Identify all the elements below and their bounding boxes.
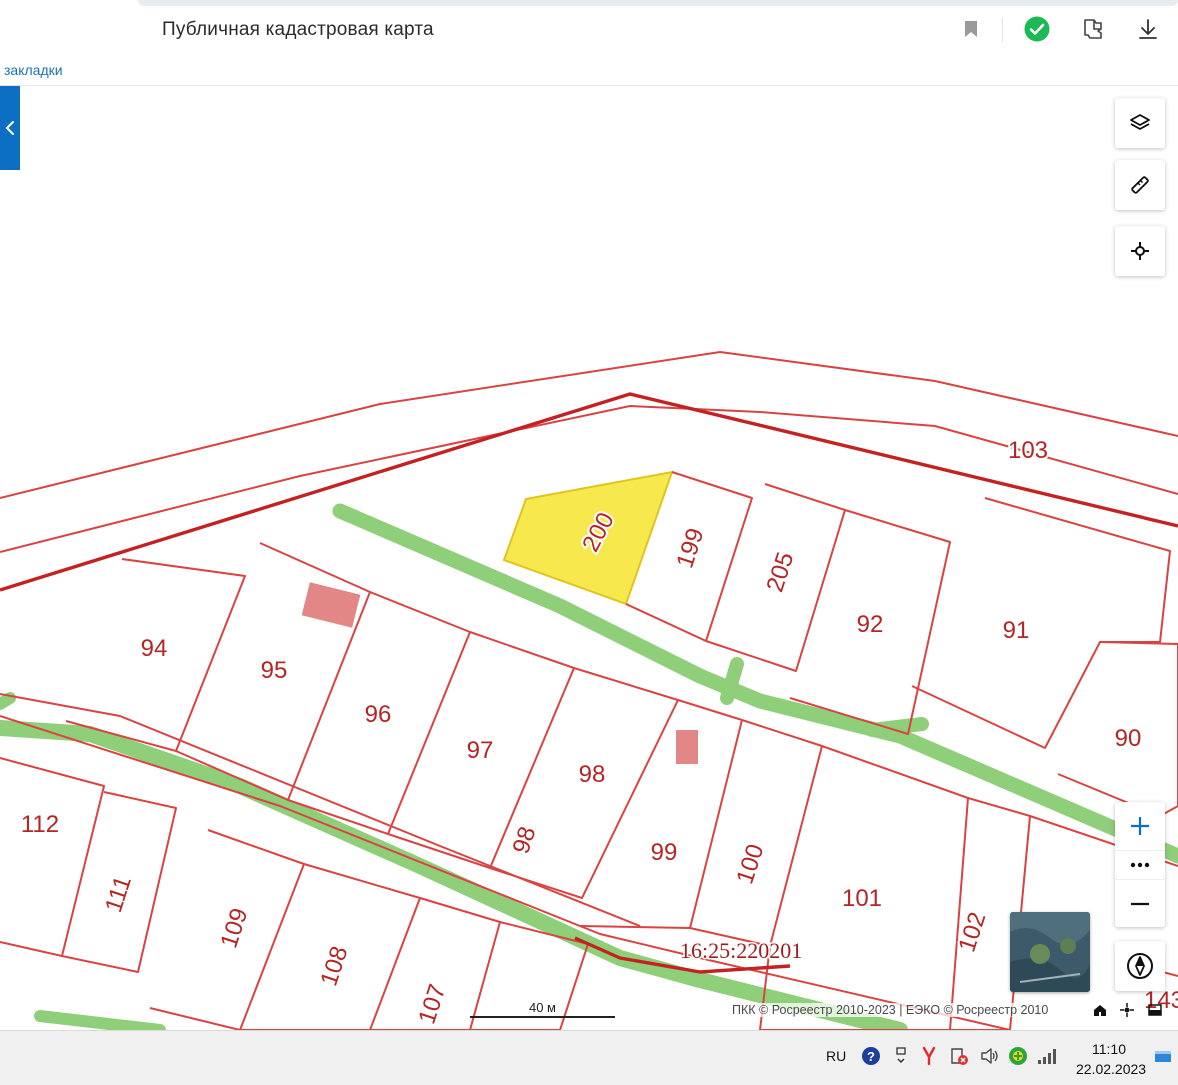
verified-check-icon[interactable] [1024, 16, 1050, 42]
ruler-icon [1131, 176, 1149, 194]
parcel-91 [911, 497, 1171, 749]
road-upper [332, 503, 1178, 864]
zoom-controls [1115, 802, 1165, 927]
label-108: 108 [315, 943, 353, 989]
show-desktop-icon[interactable] [1152, 1045, 1174, 1067]
signal-icon[interactable] [1037, 1045, 1059, 1067]
compass-button[interactable] [1115, 941, 1165, 991]
scale-label: 40 м [528, 1000, 556, 1015]
label-103: 103 [1008, 437, 1048, 464]
compass-icon [1127, 953, 1153, 979]
help-icon[interactable]: ? [860, 1045, 882, 1067]
bookmark-icon[interactable] [958, 16, 984, 42]
download-icon[interactable] [1135, 16, 1161, 42]
zoom-in-button[interactable] [1115, 802, 1165, 850]
locate-mini-icon[interactable] [1118, 1001, 1136, 1019]
road-lower-b [0, 692, 16, 710]
label-90: 90 [1115, 725, 1142, 752]
browser-header: Публичная кадастровая карта [0, 0, 1178, 58]
svg-text:?: ? [867, 1049, 875, 1064]
page-title: Публичная кадастровая карта [162, 19, 434, 40]
clock-date[interactable]: 22.02.2023 [1076, 1061, 1146, 1077]
building-95 [301, 582, 361, 628]
layers-icon [1130, 114, 1150, 130]
map-attribution: ПКК © Росреестр 2010-2023 | ЕЭКО © Росре… [730, 1003, 1051, 1017]
parcel-112 [0, 757, 105, 957]
label-101: 101 [842, 885, 882, 912]
label-95: 95 [261, 657, 288, 684]
zoom-out-button[interactable] [1115, 880, 1165, 927]
locate-icon [1131, 242, 1149, 260]
os-taskbar: RU ? 11:10 22.02.2023 [0, 1030, 1178, 1085]
yandex-icon[interactable] [918, 1045, 940, 1067]
scale-line [470, 1016, 615, 1018]
basemap-switcher[interactable] [1010, 912, 1090, 992]
more-button[interactable] [1115, 850, 1165, 880]
outer-road-strip-top [0, 351, 1178, 499]
zoom-out-icon [1131, 902, 1149, 905]
chevron-left-icon [5, 121, 14, 135]
road-bottom [34, 1010, 166, 1030]
cadastral-map[interactable]: 103 200 199 205 92 91 90 94 95 96 97 98 … [0, 86, 1178, 1030]
label-111: 111 [100, 873, 137, 916]
more-icon [1130, 862, 1150, 868]
header-rim [138, 0, 1178, 6]
clock-time[interactable]: 11:10 [1092, 1041, 1126, 1057]
label-98-upper: 98 [579, 761, 606, 788]
building-99 [676, 730, 698, 764]
label-107: 107 [413, 981, 451, 1027]
bookmarks-bar: закладки [0, 58, 1178, 86]
panel-toggle-button[interactable] [0, 86, 20, 170]
language-indicator[interactable]: RU [826, 1048, 846, 1064]
map-canvas[interactable]: 103 200 199 205 92 91 90 94 95 96 97 98 … [0, 86, 1178, 1030]
parcel-labels: 103 200 199 205 92 91 90 94 95 96 97 98 … [19, 435, 1178, 1029]
label-98-lower: 98 [508, 823, 542, 857]
locate-button[interactable] [1115, 226, 1165, 276]
label-99: 99 [651, 839, 678, 866]
extension-icon[interactable] [1080, 16, 1106, 42]
road-upper-spur [720, 657, 744, 705]
volume-icon[interactable] [978, 1045, 1000, 1067]
satellite-thumbnail [1010, 912, 1090, 992]
label-94: 94 [141, 635, 168, 662]
ruler-button[interactable] [1115, 160, 1165, 210]
tray-overflow-icon[interactable] [890, 1045, 912, 1067]
zoom-in-icon [1131, 817, 1149, 835]
quarter-number: 16:25:220201 [680, 938, 802, 963]
label-109: 109 [215, 905, 253, 951]
label-100: 100 [731, 841, 769, 887]
label-199: 199 [671, 525, 709, 571]
home-icon[interactable] [1091, 1001, 1109, 1019]
window-icon[interactable] [1146, 1001, 1164, 1019]
label-205: 205 [761, 549, 799, 595]
toolbar-divider [1002, 18, 1003, 42]
parcel-boundaries [0, 351, 1178, 1030]
label-112: 112 [21, 811, 59, 838]
bookmarks-link[interactable]: закладки [4, 62, 63, 78]
security-blocked-icon[interactable] [948, 1045, 970, 1067]
parcel-100 [689, 719, 823, 947]
layers-button[interactable] [1115, 98, 1165, 148]
label-96: 96 [365, 701, 392, 728]
label-91: 91 [1003, 617, 1030, 644]
scale-bar: 40 м [470, 998, 620, 1022]
label-97: 97 [467, 737, 494, 764]
update-icon[interactable] [1007, 1045, 1029, 1067]
label-92: 92 [857, 611, 884, 638]
